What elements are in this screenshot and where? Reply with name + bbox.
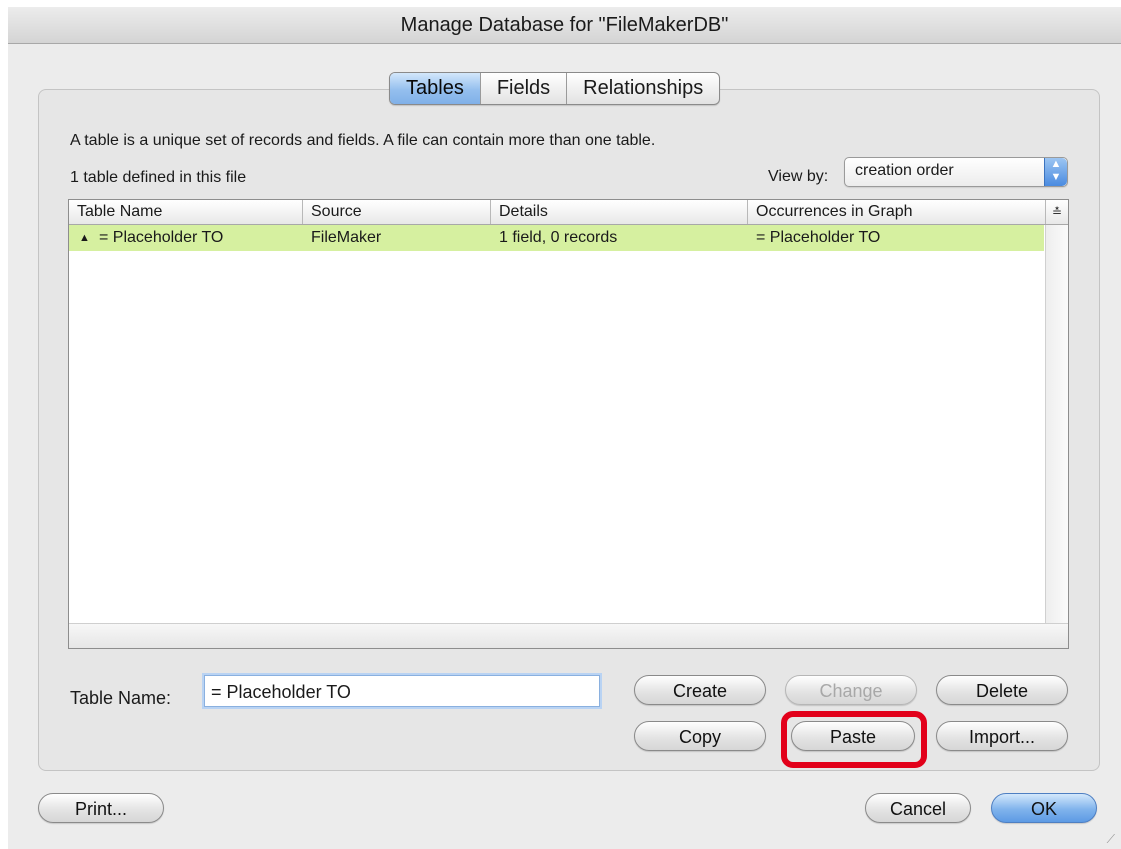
column-header-details[interactable]: Details — [491, 200, 748, 224]
manage-database-window: Manage Database for "FileMakerDB" Tables… — [8, 7, 1121, 849]
paste-highlight-annotation — [781, 711, 927, 768]
cell-source: FileMaker — [311, 229, 382, 246]
resize-grip-icon[interactable]: ⟋ — [1107, 832, 1115, 847]
vertical-scrollbar[interactable] — [1045, 225, 1068, 623]
change-button[interactable]: Change — [785, 675, 917, 705]
tab-relationships[interactable]: Relationships — [567, 73, 719, 104]
cell-details: 1 field, 0 records — [499, 229, 618, 246]
tab-bar: Tables Fields Relationships — [389, 72, 721, 105]
create-button[interactable]: Create — [634, 675, 766, 705]
table-row[interactable]: ▲ = Placeholder TO FileMaker 1 field, 0 … — [69, 225, 1044, 251]
print-button[interactable]: Print... — [38, 793, 164, 823]
table-count-text: 1 table defined in this file — [70, 169, 247, 186]
tab-fields[interactable]: Fields — [481, 73, 568, 104]
table-header: Table Name Source Details Occurrences in… — [69, 200, 1068, 225]
sort-order-icon[interactable]: ≛ — [1045, 200, 1068, 224]
view-by-label: View by: — [768, 168, 829, 185]
cell-table-name: = Placeholder TO — [99, 229, 224, 246]
tables-list[interactable]: Table Name Source Details Occurrences in… — [68, 199, 1069, 649]
column-header-occurrences[interactable]: Occurrences in Graph — [748, 200, 1046, 224]
copy-button[interactable]: Copy — [634, 721, 766, 751]
window-title: Manage Database for "FileMakerDB" — [8, 7, 1121, 44]
view-by-value: creation order — [855, 162, 954, 179]
drag-handle-icon[interactable]: ▲ — [79, 225, 90, 251]
horizontal-scrollbar[interactable] — [69, 623, 1068, 648]
cell-occurrences: = Placeholder TO — [756, 229, 881, 246]
ok-button[interactable]: OK — [991, 793, 1097, 823]
cancel-button[interactable]: Cancel — [865, 793, 971, 823]
column-header-source[interactable]: Source — [303, 200, 491, 224]
table-name-label: Table Name: — [70, 688, 172, 708]
import-button[interactable]: Import... — [936, 721, 1068, 751]
tab-tables[interactable]: Tables — [390, 73, 481, 104]
view-by-select[interactable]: creation order ▲ ▼ — [844, 157, 1068, 187]
description-text: A table is a unique set of records and f… — [70, 132, 656, 149]
delete-button[interactable]: Delete — [936, 675, 1068, 705]
column-header-table-name[interactable]: Table Name — [69, 200, 303, 224]
chevron-updown-icon: ▲ ▼ — [1044, 158, 1067, 186]
table-name-input[interactable]: = Placeholder TO — [204, 675, 600, 707]
